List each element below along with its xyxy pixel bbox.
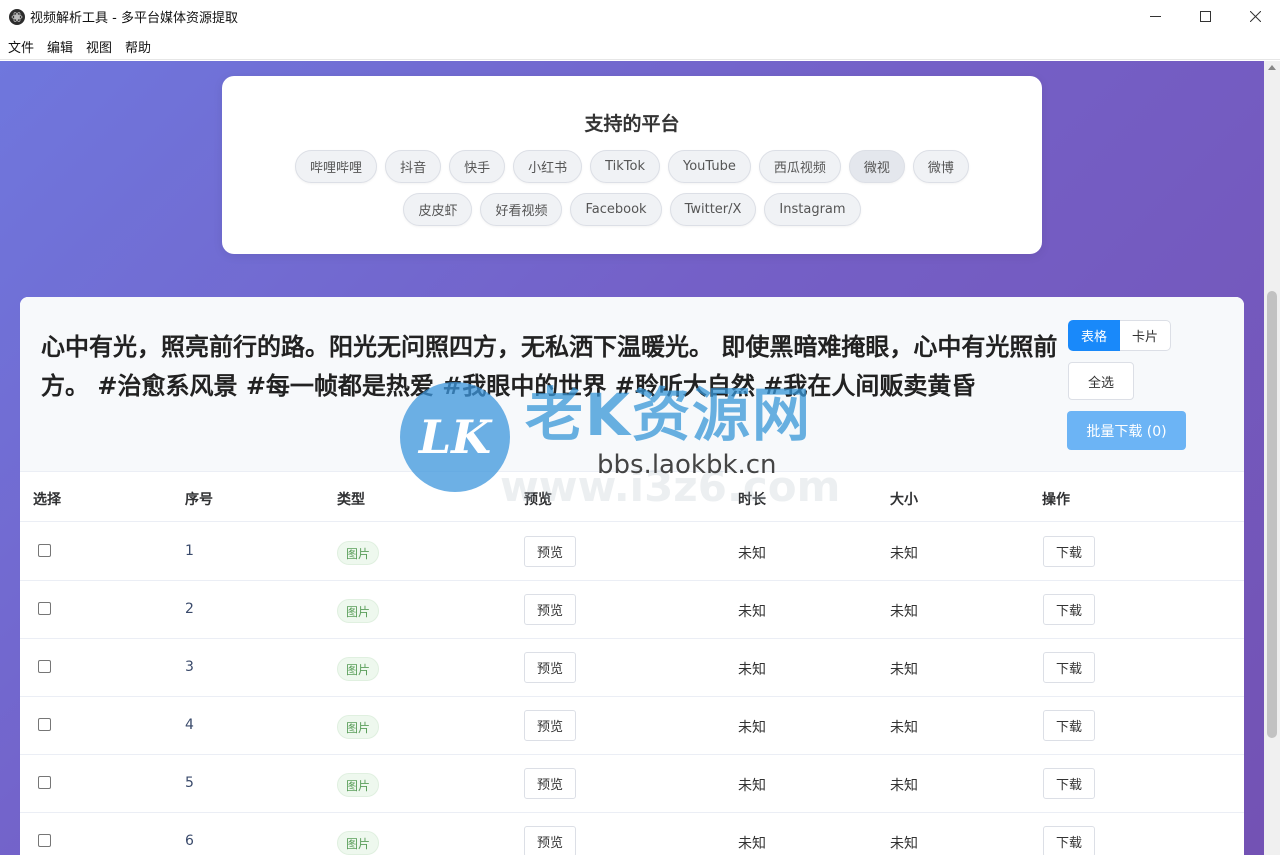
row-duration: 未知 [738,836,766,852]
th-size: 大小 [890,492,918,508]
platform-tag[interactable]: 皮皮虾 [403,193,473,226]
table-header: 选择 序号 类型 预览 时长 大小 操作 [20,472,1244,522]
batch-download-button[interactable]: 批量下载 (0) [1067,411,1186,450]
row-checkbox[interactable] [38,718,51,731]
menu-view[interactable]: 视图 [86,37,112,56]
close-icon [1249,11,1261,22]
minimize-icon [1149,16,1161,17]
type-badge: 图片 [337,715,380,739]
row-index: 3 [185,659,194,675]
row-size: 未知 [890,720,918,736]
platform-tag[interactable]: Facebook [570,193,662,226]
row-checkbox[interactable] [38,834,51,847]
row-duration: 未知 [738,778,766,794]
th-preview: 预览 [524,492,552,508]
maximize-icon [1199,11,1211,22]
view-toggle: 表格 卡片 [1068,320,1172,351]
row-size: 未知 [890,662,918,678]
view-table-button[interactable]: 表格 [1068,320,1121,351]
row-checkbox[interactable] [38,544,51,557]
close-button[interactable] [1230,0,1280,33]
result-header: 心中有光，照亮前行的路。阳光无问照四方，无私洒下温暖光。 即使黑暗难掩眼，心中有… [20,297,1244,472]
row-checkbox[interactable] [38,776,51,789]
type-badge: 图片 [337,541,380,565]
th-action: 操作 [1042,492,1070,508]
menu-help[interactable]: 帮助 [125,37,151,56]
th-duration: 时长 [738,492,766,508]
row-index: 1 [185,543,194,559]
platform-tag[interactable]: TikTok [590,150,661,183]
title-bar: 视频解析工具 - 多平台媒体资源提取 [0,0,1280,33]
download-button[interactable]: 下载 [1043,710,1096,741]
row-index: 2 [185,601,194,617]
download-button[interactable]: 下载 [1043,594,1096,625]
media-description: 心中有光，照亮前行的路。阳光无问照四方，无私洒下温暖光。 即使黑暗难掩眼，心中有… [41,333,1058,400]
platform-tag[interactable]: 快手 [449,150,506,183]
main-content: 支持的平台 哔哩哔哩 抖音 快手 小红书 TikTok YouTube 西瓜视频… [0,61,1264,855]
preview-button[interactable]: 预览 [524,536,577,567]
type-badge: 图片 [337,831,380,855]
platform-tag[interactable]: Instagram [764,193,861,226]
vertical-scrollbar[interactable] [1264,61,1280,855]
row-index: 4 [185,717,194,733]
preview-button[interactable]: 预览 [524,768,577,799]
preview-button[interactable]: 预览 [524,826,577,855]
table-row: 1 图片 预览 未知 未知 下载 [20,523,1244,581]
platform-tag[interactable]: 西瓜视频 [758,150,841,183]
menu-bar: 文件 编辑 视图 帮助 [0,33,1280,60]
download-button[interactable]: 下载 [1043,652,1096,683]
type-badge: 图片 [337,657,380,681]
row-duration: 未知 [738,720,766,736]
row-duration: 未知 [738,662,766,678]
row-duration: 未知 [738,546,766,562]
platform-tag[interactable]: YouTube [668,150,751,183]
platform-tag[interactable]: 抖音 [385,150,442,183]
app-icon [9,8,25,25]
platform-tag[interactable]: Twitter/X [669,193,757,226]
th-type: 类型 [337,492,365,508]
menu-edit[interactable]: 编辑 [47,37,73,56]
view-card-button[interactable]: 卡片 [1120,320,1172,351]
preview-button[interactable]: 预览 [524,710,577,741]
th-index: 序号 [185,492,213,508]
th-select: 选择 [33,492,61,508]
table-row: 3 图片 预览 未知 未知 下载 [20,639,1244,697]
row-index: 6 [185,833,194,849]
row-size: 未知 [890,836,918,852]
select-all-button[interactable]: 全选 [1068,362,1134,400]
table-row: 4 图片 预览 未知 未知 下载 [20,697,1244,755]
platform-tag[interactable]: 微博 [912,150,969,183]
maximize-button[interactable] [1180,0,1230,33]
download-button[interactable]: 下载 [1043,536,1096,567]
row-duration: 未知 [738,604,766,620]
platforms-card: 支持的平台 哔哩哔哩 抖音 快手 小红书 TikTok YouTube 西瓜视频… [222,76,1042,254]
preview-button[interactable]: 预览 [524,594,577,625]
platform-tag[interactable]: 小红书 [513,150,583,183]
platform-tag[interactable]: 哔哩哔哩 [295,150,378,183]
row-checkbox[interactable] [38,660,51,673]
platform-tag-active[interactable]: 微视 [848,150,905,183]
row-index: 5 [185,775,194,791]
row-size: 未知 [890,604,918,620]
platform-tags: 哔哩哔哩 抖音 快手 小红书 TikTok YouTube 西瓜视频 微视 微博… [262,150,1002,226]
scroll-up-arrow-icon[interactable] [1268,65,1276,70]
table-row: 2 图片 预览 未知 未知 下载 [20,581,1244,639]
row-size: 未知 [890,546,918,562]
type-badge: 图片 [337,599,380,623]
preview-button[interactable]: 预览 [524,652,577,683]
row-checkbox[interactable] [38,602,51,615]
table-row: 5 图片 预览 未知 未知 下载 [20,755,1244,813]
download-button[interactable]: 下载 [1043,826,1096,855]
platforms-title: 支持的平台 [584,113,680,135]
row-size: 未知 [890,778,918,794]
menu-file[interactable]: 文件 [8,37,34,56]
download-button[interactable]: 下载 [1043,768,1096,799]
scrollbar-thumb[interactable] [1267,291,1277,738]
platform-tag[interactable]: 好看视频 [480,193,563,226]
result-card: 心中有光，照亮前行的路。阳光无问照四方，无私洒下温暖光。 即使黑暗难掩眼，心中有… [20,297,1244,855]
window-title: 视频解析工具 - 多平台媒体资源提取 [30,11,238,26]
table-row: 6 图片 预览 未知 未知 下载 [20,813,1244,855]
type-badge: 图片 [337,773,380,797]
minimize-button[interactable] [1130,0,1180,33]
